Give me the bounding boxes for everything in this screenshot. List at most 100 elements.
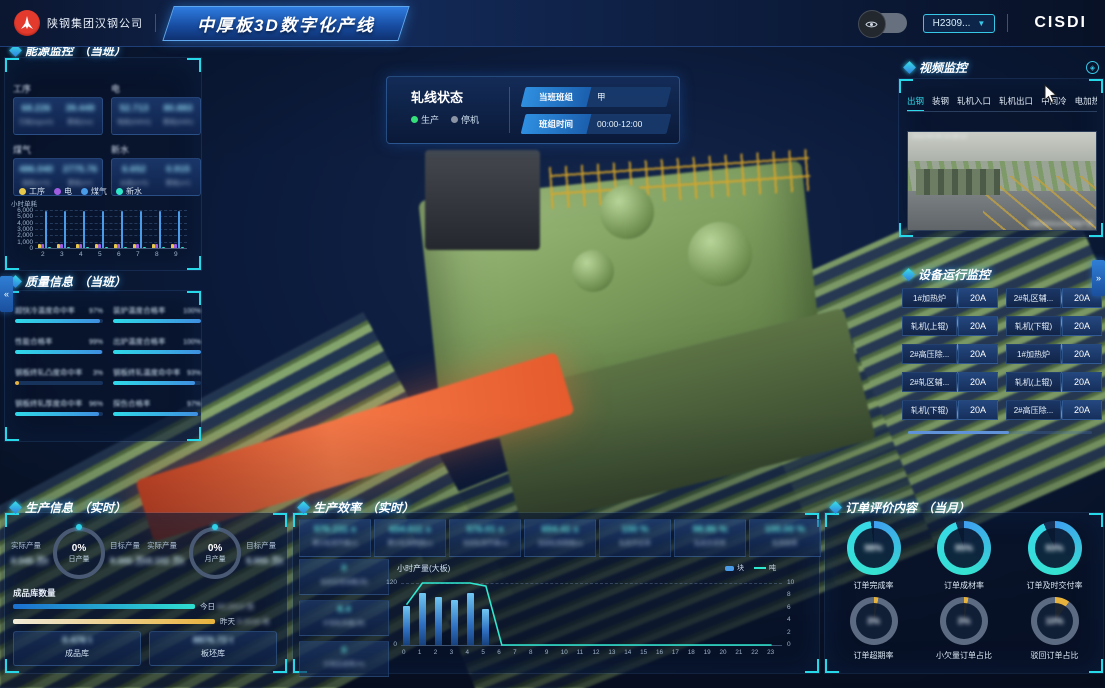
device-current-value: 20A [958,372,998,392]
heat-number-dropdown[interactable]: H2309... ▼ [923,14,996,33]
device-label: 轧机(上辊) [902,316,957,336]
donut-chart: 98% [847,521,901,575]
video-tab[interactable]: 电加热 [1075,95,1097,107]
shift-label: 当班班组 [539,91,573,103]
dropdown-value: H2309... [933,18,971,29]
hourly-chart-title: 小时产量(大板) [397,563,450,574]
company-name: 陕钢集团汉钢公司 [47,15,143,31]
energy-legend-item[interactable]: 电 [54,186,72,197]
box-value: 8.4 [300,604,388,615]
finished-stock-box[interactable]: 0.476 t 成品库 [13,631,141,666]
box-value: 0 [300,563,388,574]
device-cell[interactable]: 轧机(上辊) 20A [1006,372,1102,392]
device-cell[interactable]: 2#高压除... 20A [902,344,998,364]
gauge-percent: 93% [1045,543,1063,553]
order-gauge: 93% 订单及时交付率 [1013,521,1097,591]
target-output-label: 目标产量 [246,540,283,551]
donut-chart: 93% [1028,521,1082,575]
shift-time-value: 00:00-12:00 [597,119,642,129]
energy-legend-item[interactable]: 工序 [19,186,45,197]
quality-percent: 97% [89,308,103,315]
device-label: 轧机(上辊) [1006,372,1061,392]
video-tab[interactable]: 轧机入口 [957,95,991,107]
energy-value: 39.449 [58,103,102,114]
energy-value: 2775.76 [58,164,102,175]
device-cell[interactable]: 1#加热炉 20A [1006,344,1102,364]
device-cell[interactable]: 1#加热炉 20A [902,288,998,308]
video-feed[interactable]: 2023-09-08 10:28:13 汉钢3500mm中厚板产线 [907,131,1097,231]
video-tab[interactable]: 出钢 [907,95,924,107]
quality-label: 出炉温度合格率 [113,336,166,347]
stock-label: 板坯库 [150,648,276,659]
header-bar: 陕钢集团汉钢公司 中厚板3D数字化产线 H2309... ▼ CISDI [0,0,1105,47]
device-cell[interactable]: 轧机(下辊) 20A [902,400,998,420]
device-cell[interactable]: 2#轧区辅... 20A [902,372,998,392]
device-label: 轧机(下辊) [902,400,957,420]
gauge-label: 订单完成率 [854,580,894,591]
stock-value: 0.476 t [14,635,140,646]
efficiency-side-box: 0 当班异常块数(块) [299,559,389,595]
legend-label: 吨 [769,563,776,573]
device-current-value: 20A [1062,400,1102,420]
stat-label: 当班轧制节奏(s) [450,538,520,547]
collapse-right-tab[interactable]: » [1092,260,1105,296]
gauge-label: 订单超期率 [854,650,894,661]
scrollbar-thumb[interactable] [908,431,1009,434]
device-current-value: 20A [1062,372,1102,392]
legend-blocks: 块 [725,563,744,573]
device-cell[interactable]: 2#轧区辅... 20A [1006,288,1102,308]
quality-percent: 96% [89,401,103,408]
quality-item: 装炉温度合格率 100% [113,305,201,323]
slab-stock-box[interactable]: 8876.72 t 板坯库 [149,631,277,666]
energy-value: 0.915 [156,164,200,175]
energy-value: 6.652 [112,164,156,175]
bar-value: 63.2013 块 [217,601,254,612]
device-cell[interactable]: 轧机(上辊) 20A [902,316,998,336]
ring-percent: 0% [72,543,86,554]
device-cell[interactable]: 轧机(下辊) 20A [1006,316,1102,336]
quality-percent: 100% [183,308,201,315]
video-tab-label: 轧机入口 [957,96,991,106]
gray-dot-icon [451,116,458,123]
video-tab[interactable]: 中间冷 [1041,95,1067,107]
device-current-value: 20A [958,344,998,364]
video-tab[interactable]: 轧机出口 [999,95,1033,107]
video-tab[interactable]: 装钢 [932,95,949,107]
company-logo-icon [14,10,40,36]
quality-progress-track [15,381,103,385]
stat-value: 654.611 s [375,524,445,535]
collapse-left-tab[interactable]: « [0,276,13,312]
visibility-toggle[interactable] [861,13,907,33]
quality-percent: 97% [187,401,201,408]
box-label: 当班异常块数(块) [300,577,388,586]
quality-label: 钢板终轧厚度命中率 [15,398,83,409]
energy-legend-item[interactable]: 新水 [116,186,142,197]
efficiency-side-box: 8.4 计划轧制量(块) [299,600,389,636]
efficiency-stat-card: 98.86 % 轧机负荷率 [674,519,746,557]
order-gauge: 3% 小欠量订单占比 [922,597,1006,661]
line-swatch-icon [754,567,766,569]
stat-label: 当班轧制周期(s) [525,538,595,547]
donut-chart: 95% [937,521,991,575]
camera-switch-icon[interactable]: ◈ [1086,61,1099,74]
device-cell[interactable]: 2#高压除... 20A [1006,400,1102,420]
donut-chart: 3% [850,597,898,645]
chevron-down-icon: ▼ [977,19,985,28]
quality-progress-track [15,350,103,354]
device-label: 2#轧区辅... [1006,288,1061,308]
yesterday-stock-bar [13,619,215,624]
panel-order-evaluation: 订单评价内容 （当月） 98% 订单完成率 95% [824,512,1104,674]
energy-legend-item[interactable]: 煤气 [81,186,107,197]
legend-dot-icon [116,188,123,195]
legend-label: 块 [737,563,744,573]
panel-title-suffix: （当班） [78,273,126,290]
quality-item: 钢板终轧厚度命中率 96% [15,398,103,416]
energy-unit: 累耗(m³) [156,177,200,187]
diamond-icon [297,501,310,514]
stat-label: 累计轧制周期(s) [375,538,445,547]
order-gauge: 98% 订单完成率 [832,521,916,591]
today-stock-label: 今日 63.2013 块 [200,601,254,612]
stat-label: 累计轧制节奏(s) [300,538,370,547]
legend-dot-icon [81,188,88,195]
devices-scrollbar[interactable] [908,431,1092,434]
